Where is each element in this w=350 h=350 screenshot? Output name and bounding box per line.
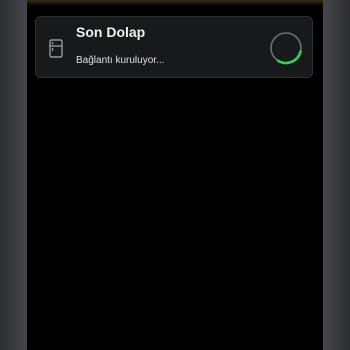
- fridge-icon: [49, 39, 63, 58]
- device-card[interactable]: Son Dolap Bağlantı kuruluyor...: [35, 16, 313, 78]
- loading-spinner: [270, 32, 302, 65]
- app-screen: Son Dolap Bağlantı kuruluyor...: [27, 0, 323, 350]
- left-bezel: [0, 0, 27, 350]
- top-edge-glow: [27, 0, 323, 6]
- right-bezel: [323, 0, 350, 350]
- device-frame: Son Dolap Bağlantı kuruluyor...: [0, 0, 350, 350]
- connection-status: Bağlantı kuruluyor...: [76, 55, 165, 66]
- device-name: Son Dolap: [76, 24, 146, 40]
